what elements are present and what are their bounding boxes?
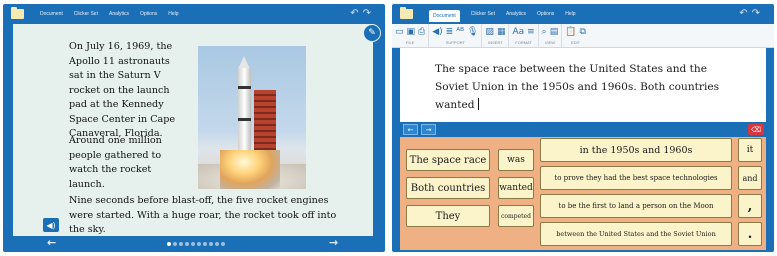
page-dot[interactable] <box>197 242 201 246</box>
writing-text-container: The space race between the United States… <box>435 60 735 114</box>
previous-page-arrow-icon[interactable]: ← <box>47 236 56 249</box>
page-dot[interactable] <box>203 242 207 246</box>
page-dot[interactable] <box>173 242 177 246</box>
font-icon[interactable]: Aa <box>512 27 524 37</box>
toolbar-group-view: ⌕ ▤ VIEW <box>539 24 563 47</box>
clicker-grid: The space race Both countries They was w… <box>400 137 766 250</box>
insert-grid-icon[interactable]: ▦ <box>497 27 506 37</box>
edit-pencil-button[interactable]: ✎ <box>363 24 381 42</box>
grid-cell[interactable]: wanted <box>498 177 534 199</box>
menu-bar: Document Clicker Set Analytics Options H… <box>3 4 385 24</box>
next-page-arrow-icon[interactable]: → <box>329 236 338 249</box>
undo-redo-icons[interactable]: ↶↷ <box>739 8 764 19</box>
toolbar-label-support: SUPPORT <box>445 40 465 45</box>
page-dot[interactable] <box>185 242 189 246</box>
toolbar-group-format: Aa ≡ FORMAT <box>509 24 539 47</box>
book-panel: Document Clicker Set Analytics Options H… <box>3 4 385 252</box>
toolbar-group-file: ▭ ▣ ⎙ FILE <box>392 24 430 47</box>
microphone-icon[interactable]: 🎙 <box>467 27 478 37</box>
page-dot[interactable] <box>167 242 171 246</box>
save-icon[interactable]: ▣ <box>407 27 416 37</box>
menu-bar: Document Clicker Set Analytics Options H… <box>392 4 774 24</box>
folder-icon[interactable] <box>11 7 24 19</box>
grid-cell[interactable]: , <box>738 194 762 218</box>
page-dot[interactable] <box>209 242 213 246</box>
toolbar-group-edit: 📋 ⧉ EDIT <box>562 24 589 47</box>
writing-area[interactable]: The space race between the United States… <box>400 48 766 126</box>
grid-navigation-bar: ← → ⌫ <box>400 122 766 137</box>
page-paragraph-2: Around one million people gathered to wa… <box>69 135 162 190</box>
book-page: On July 16, 1969, the Apollo 11 astronau… <box>13 24 373 236</box>
toolbar-label-view: VIEW <box>544 40 556 45</box>
menu-clicker-set[interactable]: Clicker Set <box>74 11 98 17</box>
menu-help[interactable]: Help <box>168 11 178 17</box>
zoom-icon[interactable]: ⌕ <box>542 27 547 37</box>
ribbon-toolbar: ▭ ▣ ⎙ FILE ◀) ≣ ᴬᴮ 🎙 SUPPORT ▨ ▦ INSERT <box>392 24 774 48</box>
toolbar-group-insert: ▨ ▦ INSERT <box>482 24 510 47</box>
toolbar-label-insert: INSERT <box>488 40 503 45</box>
grid-cell[interactable]: They <box>406 205 490 227</box>
predictor-icon[interactable]: ≣ <box>446 27 454 37</box>
menu-clicker-set[interactable]: Clicker Set <box>471 11 495 17</box>
menu-analytics[interactable]: Analytics <box>109 11 129 17</box>
speaker-icon[interactable]: ◀) <box>43 218 59 232</box>
menu-options[interactable]: Options <box>140 11 157 17</box>
toolbar-label-format: FORMAT <box>515 40 532 45</box>
rocket-launch-photo <box>198 46 306 189</box>
text-cursor <box>477 98 479 110</box>
grid-cell[interactable]: competed <box>498 205 534 227</box>
grid-forward-arrow-icon[interactable]: → <box>421 124 436 135</box>
new-document-icon[interactable]: ▭ <box>395 27 404 37</box>
grid-cell[interactable]: in the 1950s and 1960s <box>540 138 732 162</box>
grid-back-arrow-icon[interactable]: ← <box>403 124 418 135</box>
grid-cell[interactable]: Both countries <box>406 177 490 199</box>
menu-analytics[interactable]: Analytics <box>506 11 526 17</box>
speech-icon[interactable]: ◀) <box>432 27 442 37</box>
copy-icon[interactable]: ⧉ <box>579 27 585 37</box>
grid-cell[interactable]: to prove they had the best space technol… <box>540 166 732 190</box>
grid-cell[interactable]: The space race <box>406 149 490 171</box>
rocket-exhaust <box>220 150 280 189</box>
toolbar-label-edit: EDIT <box>571 40 581 45</box>
menu-document[interactable]: Document <box>40 11 63 17</box>
toolbar-group-support: ◀) ≣ ᴬᴮ 🎙 SUPPORT <box>429 24 483 47</box>
page-indicator <box>167 242 225 246</box>
page-dot[interactable] <box>215 242 219 246</box>
writing-panel: Document Clicker Set Analytics Options H… <box>392 4 774 252</box>
grid-cell[interactable]: was <box>498 149 534 171</box>
menu-document[interactable]: Document <box>429 10 460 22</box>
view-layout-icon[interactable]: ▤ <box>550 27 559 37</box>
grid-cell[interactable]: to be the first to land a person on the … <box>540 194 732 218</box>
page-paragraph-3: Nine seconds before blast-off, the five … <box>69 195 337 235</box>
folder-icon[interactable] <box>400 7 413 19</box>
insert-picture-icon[interactable]: ▨ <box>485 27 494 37</box>
print-icon[interactable]: ⎙ <box>418 27 425 37</box>
paragraph-icon[interactable]: ≡ <box>527 27 535 37</box>
page-dot[interactable] <box>179 242 183 246</box>
delete-word-icon[interactable]: ⌫ <box>748 124 764 135</box>
rocket-body <box>238 68 251 154</box>
paste-icon[interactable]: 📋 <box>565 27 576 37</box>
grid-cell[interactable]: between the United States and the Soviet… <box>540 222 732 246</box>
grid-cell[interactable]: . <box>738 222 762 246</box>
page-paragraph-1: On July 16, 1969, the Apollo 11 astronau… <box>69 41 176 139</box>
menu-help[interactable]: Help <box>565 11 575 17</box>
spellcheck-icon[interactable]: ᴬᴮ <box>456 27 464 37</box>
rocket-stripe <box>238 118 251 121</box>
grid-cell[interactable]: it <box>738 138 762 162</box>
page-dot[interactable] <box>191 242 195 246</box>
grid-cell[interactable]: and <box>738 166 762 190</box>
page-dot[interactable] <box>221 242 225 246</box>
toolbar-label-file: FILE <box>405 40 415 45</box>
rocket-stripe <box>238 86 251 89</box>
menu-options[interactable]: Options <box>537 11 554 17</box>
undo-redo-icons[interactable]: ↶↷ <box>350 8 375 19</box>
